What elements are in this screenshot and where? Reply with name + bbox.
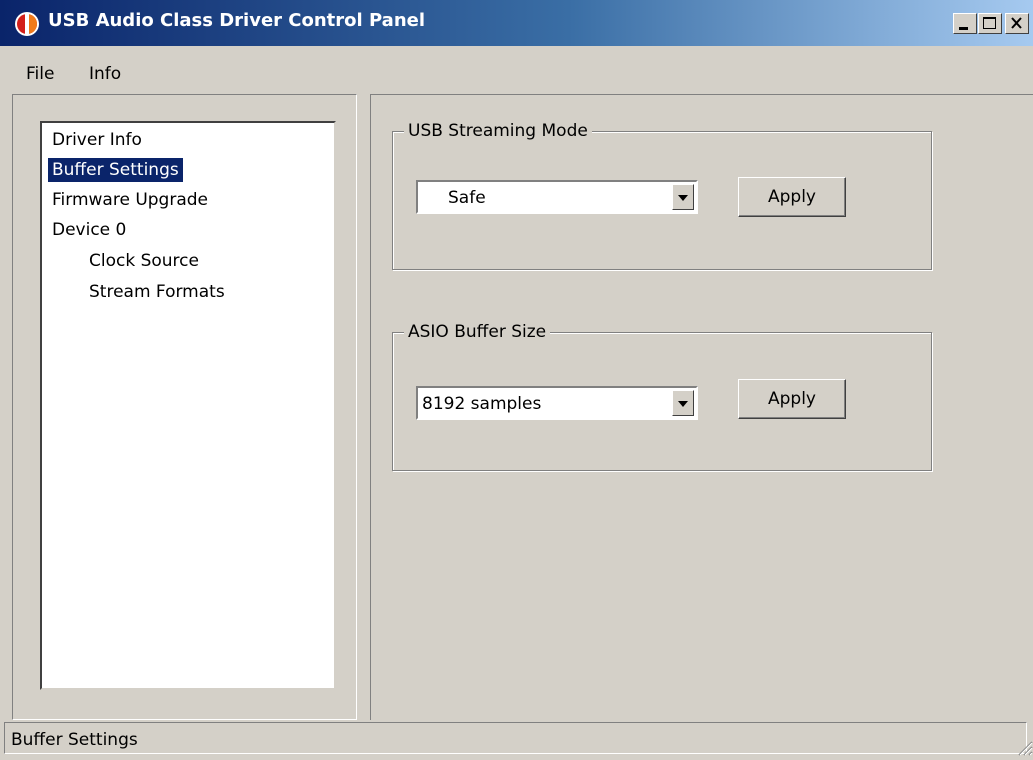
close-button[interactable] xyxy=(1005,13,1029,34)
apply-streaming-mode-button[interactable]: Apply xyxy=(738,177,846,217)
asio-buffer-size-dropdown-button[interactable] xyxy=(672,390,694,416)
tree-item-driver-info[interactable]: Driver Info xyxy=(48,128,146,152)
chevron-down-icon xyxy=(673,194,693,213)
resize-grip-icon[interactable] xyxy=(1013,736,1033,756)
app-logo-icon xyxy=(14,11,40,37)
asio-buffer-size-label: ASIO Buffer Size xyxy=(404,322,551,342)
status-bar: Buffer Settings xyxy=(0,720,1033,756)
apply-asio-buffer-button[interactable]: Apply xyxy=(738,379,846,419)
chevron-down-icon xyxy=(673,400,693,419)
window-title: USB Audio Class Driver Control Panel xyxy=(48,10,426,31)
streaming-mode-dropdown-button[interactable] xyxy=(672,184,694,210)
minimize-button[interactable] xyxy=(953,13,977,34)
menu-file[interactable]: File xyxy=(26,64,54,84)
streaming-mode-select[interactable]: Safe xyxy=(416,180,698,214)
tree-item-firmware-upgrade[interactable]: Firmware Upgrade xyxy=(48,188,212,212)
tree-item-buffer-settings[interactable]: Buffer Settings xyxy=(48,158,183,182)
asio-buffer-size-value: 8192 samples xyxy=(422,394,542,414)
asio-buffer-size-select[interactable]: 8192 samples xyxy=(416,386,698,420)
tree-item-clock-source[interactable]: Clock Source xyxy=(85,249,203,273)
menu-bar: File Info xyxy=(0,56,1033,92)
tree-item-stream-formats[interactable]: Stream Formats xyxy=(85,280,229,304)
maximize-button[interactable] xyxy=(978,13,1002,34)
title-bar[interactable]: USB Audio Class Driver Control Panel xyxy=(0,0,1033,46)
tree-item-device-0[interactable]: Device 0 xyxy=(48,218,130,242)
streaming-mode-value: Safe xyxy=(448,188,486,208)
menu-info[interactable]: Info xyxy=(89,64,121,84)
settings-tree[interactable]: Driver Info Buffer Settings Firmware Upg… xyxy=(40,121,336,690)
status-text: Buffer Settings xyxy=(11,730,138,750)
app-window: USB Audio Class Driver Control Panel Fil… xyxy=(0,0,1033,756)
usb-streaming-mode-label: USB Streaming Mode xyxy=(404,121,592,141)
status-panel: Buffer Settings xyxy=(4,722,1027,754)
